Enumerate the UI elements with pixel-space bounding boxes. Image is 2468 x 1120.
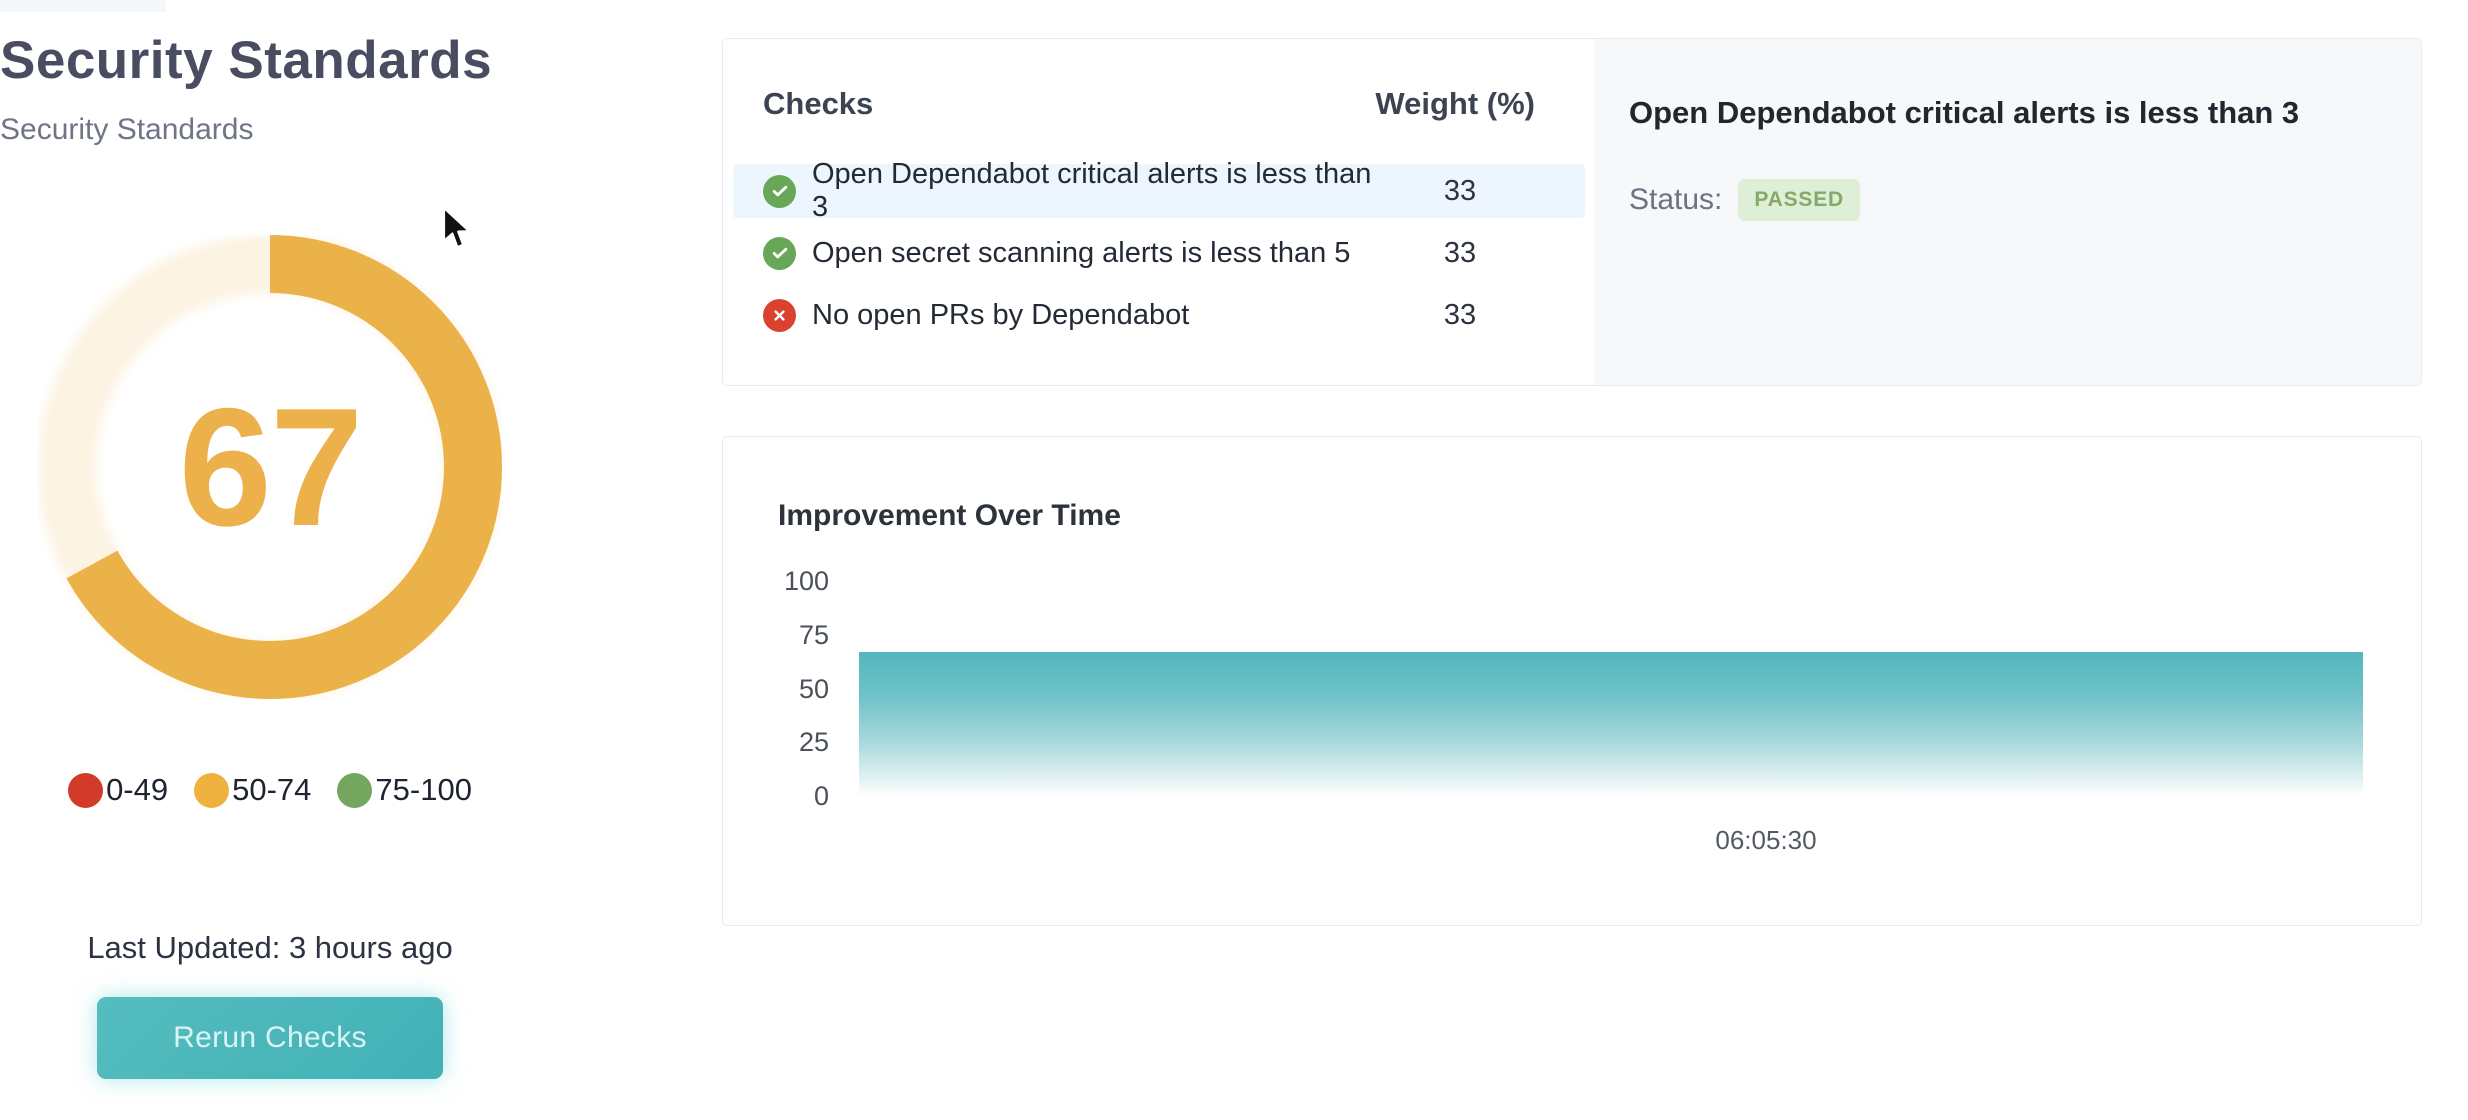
status-row: Status: PASSED bbox=[1629, 179, 1860, 221]
improvement-chart-card: Improvement Over Time 1007550250 06:05:3… bbox=[722, 436, 2422, 926]
checks-rows: Open Dependabot critical alerts is less … bbox=[723, 164, 1595, 350]
score-gauge: 67 bbox=[38, 235, 502, 699]
page-title: Security Standards bbox=[0, 30, 540, 91]
legend-label: 75-100 bbox=[375, 772, 472, 808]
status-badge: PASSED bbox=[1738, 179, 1860, 221]
check-row[interactable]: Open Dependabot critical alerts is less … bbox=[733, 164, 1585, 218]
x-axis-label: 06:05:30 bbox=[1666, 825, 1866, 856]
check-label: No open PRs by Dependabot bbox=[812, 299, 1385, 332]
y-tick-label: 0 bbox=[723, 781, 829, 812]
security-standards-page: Security Standards Security Standards 67… bbox=[0, 0, 2468, 1120]
check-detail-title: Open Dependabot critical alerts is less … bbox=[1629, 95, 2391, 131]
y-tick-label: 50 bbox=[723, 674, 829, 705]
check-passed-icon bbox=[763, 237, 796, 270]
legend-label: 0-49 bbox=[106, 772, 168, 808]
score-legend: 0-49 50-74 75-100 bbox=[0, 772, 540, 808]
top-left-artifact bbox=[0, 0, 166, 12]
area-series bbox=[859, 652, 2363, 796]
legend-item: 75-100 bbox=[337, 772, 472, 808]
legend-dot-icon bbox=[337, 773, 372, 808]
check-detail-panel: Open Dependabot critical alerts is less … bbox=[1595, 39, 2421, 385]
improvement-area-chart: 100 75 50 25 0 06:05:30 bbox=[723, 437, 2421, 925]
y-tick-label: 100 bbox=[723, 566, 829, 597]
legend-label: 50-74 bbox=[232, 772, 311, 808]
legend-item: 0-49 bbox=[68, 772, 168, 808]
checks-column-header: Checks bbox=[763, 86, 873, 122]
y-tick-label: 25 bbox=[723, 727, 829, 758]
checks-card: Checks Weight (%) Open Dependabot critic… bbox=[722, 38, 2422, 386]
score-value: 67 bbox=[38, 235, 502, 699]
check-row[interactable]: No open PRs by Dependabot33 bbox=[733, 288, 1585, 342]
check-passed-icon bbox=[763, 175, 796, 208]
check-weight: 33 bbox=[1385, 299, 1535, 332]
checks-table-header: Checks Weight (%) bbox=[723, 81, 1595, 127]
y-tick-label: 75 bbox=[723, 620, 829, 651]
check-failed-icon bbox=[763, 299, 796, 332]
status-label: Status: bbox=[1629, 183, 1722, 217]
check-label: Open Dependabot critical alerts is less … bbox=[812, 158, 1385, 224]
weight-column-header: Weight (%) bbox=[1375, 86, 1535, 122]
check-weight: 33 bbox=[1385, 175, 1535, 208]
rerun-checks-button[interactable]: Rerun Checks bbox=[97, 997, 443, 1079]
legend-item: 50-74 bbox=[194, 772, 311, 808]
check-label: Open secret scanning alerts is less than… bbox=[812, 237, 1385, 270]
check-weight: 33 bbox=[1385, 237, 1535, 270]
checks-list: Checks Weight (%) Open Dependabot critic… bbox=[723, 39, 1595, 385]
mouse-cursor-icon bbox=[442, 206, 476, 252]
last-updated-text: Last Updated: 3 hours ago bbox=[0, 930, 540, 966]
page-subtitle: Security Standards bbox=[0, 113, 540, 147]
legend-dot-icon bbox=[68, 773, 103, 808]
check-row[interactable]: Open secret scanning alerts is less than… bbox=[733, 226, 1585, 280]
legend-dot-icon bbox=[194, 773, 229, 808]
